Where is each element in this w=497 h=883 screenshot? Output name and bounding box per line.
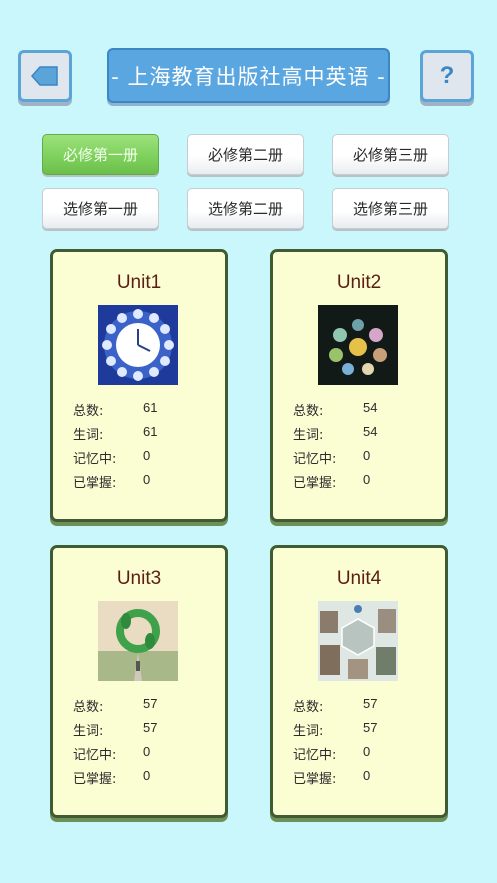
volume-button-elective-1[interactable]: 选修第一册 <box>42 188 159 229</box>
new-words-label: 生词: <box>293 428 324 443</box>
total-label: 总数: <box>73 700 104 715</box>
total-label: 总数: <box>293 404 324 419</box>
memorizing-label: 记忆中: <box>293 452 337 467</box>
unit-title: Unit1 <box>116 272 162 293</box>
new-words-value: 57 <box>363 720 378 735</box>
memorizing-label: 记忆中: <box>293 748 337 763</box>
question-mark-icon: ? <box>439 62 455 89</box>
unit-title: Unit3 <box>116 568 162 589</box>
total-value: 54 <box>363 400 378 415</box>
back-arrow-icon <box>30 66 58 86</box>
new-words-label: 生词: <box>73 724 104 739</box>
help-button[interactable]: ? <box>420 50 474 102</box>
buildings-hexagon-image <box>318 601 398 681</box>
volume-button-compulsory-3[interactable]: 必修第三册 <box>332 134 449 175</box>
volume-button-elective-3[interactable]: 选修第三册 <box>332 188 449 229</box>
memorizing-label: 记忆中: <box>73 452 117 467</box>
total-value: 61 <box>143 400 158 415</box>
total-label: 总数: <box>293 700 324 715</box>
mastered-value: 0 <box>363 768 371 783</box>
memorizing-value: 0 <box>143 448 151 463</box>
total-label: 总数: <box>73 404 104 419</box>
total-value: 57 <box>363 696 378 711</box>
unit-title: Unit2 <box>336 272 382 293</box>
memorizing-value: 0 <box>363 744 371 759</box>
total-value: 57 <box>143 696 158 711</box>
new-words-label: 生词: <box>293 724 324 739</box>
new-words-label: 生词: <box>73 428 104 443</box>
mastered-label: 已掌握: <box>293 772 337 787</box>
unit-card[interactable]: Unit3 总数: 57 生词: 57 记忆中: 0 已掌握: 0 <box>50 545 228 818</box>
back-button[interactable] <box>18 50 72 102</box>
mastered-label: 已掌握: <box>293 476 337 491</box>
clock-image <box>98 305 178 385</box>
memorizing-value: 0 <box>143 744 151 759</box>
unit-card[interactable]: Unit2 总数: 54 生词: 54 记忆中: 0 已掌握: 0 <box>270 249 448 522</box>
unit-card[interactable]: Unit4 总数: 57 生词: 57 记忆中: 0 已掌握: 0 <box>270 545 448 818</box>
page-title-text: - 上海教育出版社高中英语 - <box>111 64 386 89</box>
new-words-value: 61 <box>143 424 158 439</box>
mastered-value: 0 <box>143 472 151 487</box>
page-title: - 上海教育出版社高中英语 - <box>107 48 390 103</box>
memorizing-label: 记忆中: <box>73 748 117 763</box>
memorizing-value: 0 <box>363 448 371 463</box>
new-words-value: 57 <box>143 720 158 735</box>
volume-button-elective-2[interactable]: 选修第二册 <box>187 188 304 229</box>
mastered-label: 已掌握: <box>73 476 117 491</box>
volume-button-compulsory-1[interactable]: 必修第一册 <box>42 134 159 175</box>
unit-title: Unit4 <box>336 568 382 589</box>
planets-image <box>318 305 398 385</box>
mastered-value: 0 <box>143 768 151 783</box>
unit-card[interactable]: Unit1 总数: 61 生词: 61 记忆中: 0 已掌握: 0 <box>50 249 228 522</box>
mastered-label: 已掌握: <box>73 772 117 787</box>
footprint-recycle-image <box>98 601 178 681</box>
new-words-value: 54 <box>363 424 378 439</box>
volume-button-compulsory-2[interactable]: 必修第二册 <box>187 134 304 175</box>
mastered-value: 0 <box>363 472 371 487</box>
